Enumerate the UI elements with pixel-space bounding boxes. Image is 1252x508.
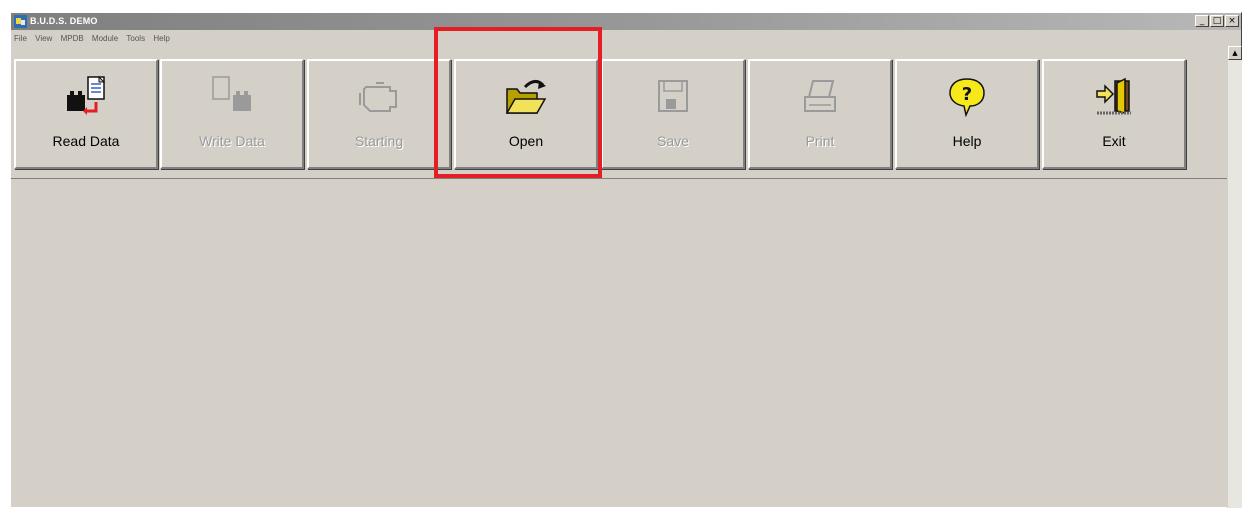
starting-label: Starting <box>354 133 404 149</box>
minimize-button[interactable]: _ <box>1195 15 1209 27</box>
window-title: B.U.D.S. DEMO <box>30 16 98 26</box>
exit-button[interactable]: Exit <box>1042 59 1186 169</box>
read-data-label: Read Data <box>52 133 120 149</box>
help-button[interactable]: ? Help <box>895 59 1039 169</box>
read-data-icon <box>67 75 106 115</box>
close-button[interactable]: × <box>1225 15 1239 27</box>
menu-mpdb[interactable]: MPDB <box>58 32 87 45</box>
main-content-area <box>11 179 1227 508</box>
svg-text:?: ? <box>962 84 972 105</box>
print-label: Print <box>805 133 835 149</box>
starting-button[interactable]: Starting <box>307 59 451 169</box>
menu-module[interactable]: Module <box>89 32 121 45</box>
save-label: Save <box>657 133 689 149</box>
menu-view[interactable]: View <box>32 32 55 45</box>
printer-icon <box>804 80 836 112</box>
scroll-up-arrow[interactable]: ▲ <box>1228 46 1242 60</box>
print-button[interactable]: Print <box>748 59 892 169</box>
menu-help[interactable]: Help <box>150 32 172 45</box>
menu-file[interactable]: File <box>11 32 30 45</box>
app-icon <box>14 15 27 28</box>
title-bar: B.U.D.S. DEMO _ □ × <box>11 13 1241 30</box>
help-label: Help <box>952 133 982 149</box>
save-button[interactable]: Save <box>601 59 745 169</box>
menu-tools[interactable]: Tools <box>123 32 148 45</box>
open-button[interactable]: Open <box>454 59 598 169</box>
read-data-button[interactable]: Read Data <box>14 59 158 169</box>
write-data-button[interactable]: Write Data <box>160 59 304 169</box>
exit-door-icon <box>1096 77 1131 115</box>
toolbar: Read Data Write Data Starting Open Save … <box>11 46 1227 179</box>
app-window: B.U.D.S. DEMO _ □ × File View MPDB Modul… <box>10 12 1242 508</box>
open-label: Open <box>508 133 544 149</box>
help-icon: ? <box>949 78 985 118</box>
exit-label: Exit <box>1102 133 1126 149</box>
engine-icon <box>359 82 397 112</box>
menu-bar: File View MPDB Module Tools Help <box>11 32 1241 45</box>
floppy-disk-icon <box>658 80 688 112</box>
maximize-button[interactable]: □ <box>1210 15 1224 27</box>
vertical-scrollbar[interactable]: ▲ <box>1227 46 1242 508</box>
write-data-icon <box>212 76 251 111</box>
write-data-label: Write Data <box>199 133 265 149</box>
open-folder-icon <box>505 80 547 114</box>
